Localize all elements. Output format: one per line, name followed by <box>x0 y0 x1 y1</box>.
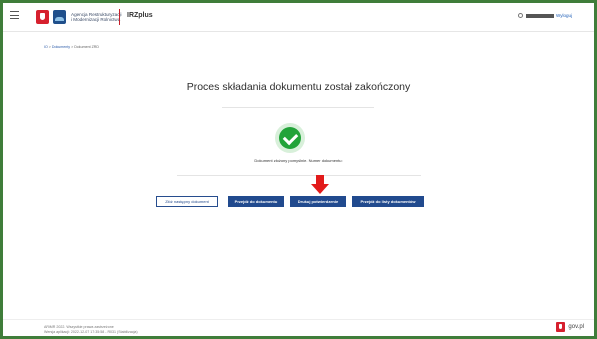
polish-eagle-icon <box>556 322 566 332</box>
next-document-button[interactable]: Złóż następny dokument <box>156 196 218 207</box>
app-version-text: Wersja aplikacji: 2022-12-07 17:35:58 - … <box>44 330 138 334</box>
menu-icon[interactable] <box>10 11 19 19</box>
divider <box>177 175 421 176</box>
org-name-line2: i Modernizacji Rolnictwa <box>71 17 121 22</box>
polish-eagle-icon <box>36 10 49 24</box>
go-to-document-button[interactable]: Przejdź do dokumentu <box>228 196 284 207</box>
user-area: Wyloguj <box>518 13 572 18</box>
arimr-logo-icon <box>53 10 66 24</box>
user-name-redacted <box>526 13 555 18</box>
gov-pl-label: gov.pl <box>568 324 584 330</box>
breadcrumb-separator: > <box>48 45 51 49</box>
app-name: IRZplus <box>127 12 153 19</box>
user-icon <box>518 13 524 18</box>
gov-pl-link[interactable]: gov.pl <box>556 322 584 332</box>
breadcrumb-documents[interactable]: Dokumenty <box>52 45 70 49</box>
footer-divider <box>3 319 594 320</box>
top-header: Agencja Restrukturyzacji i Modernizacji … <box>3 3 594 32</box>
breadcrumb: IO > Dokumenty > Dokument ZRD <box>44 45 99 49</box>
breadcrumb-home[interactable]: IO <box>44 45 48 49</box>
success-message: Dokument złożony pomyślnie. Numer dokume… <box>254 158 343 163</box>
success-check-icon <box>275 123 305 153</box>
org-name: Agencja Restrukturyzacji i Modernizacji … <box>71 12 129 22</box>
header-divider <box>119 9 120 25</box>
logout-link[interactable]: Wyloguj <box>556 13 572 18</box>
agency-logo[interactable]: Agencja Restrukturyzacji i Modernizacji … <box>36 9 129 25</box>
breadcrumb-current: Dokument ZRD <box>74 45 99 49</box>
footer-text: ARiMR 2022. Wszystkie prawa zastrzeżone … <box>44 325 138 335</box>
print-confirmation-button[interactable]: Drukuj potwierdzenie <box>290 196 346 207</box>
divider <box>222 107 374 108</box>
page-title: Proces składania dokumentu został zakońc… <box>186 81 411 93</box>
breadcrumb-separator: > <box>71 45 74 49</box>
app-window: Agencja Restrukturyzacji i Modernizacji … <box>3 3 594 336</box>
go-to-list-button[interactable]: Przejdź do listy dokumentów <box>352 196 424 207</box>
red-arrow-down-icon <box>311 175 329 194</box>
